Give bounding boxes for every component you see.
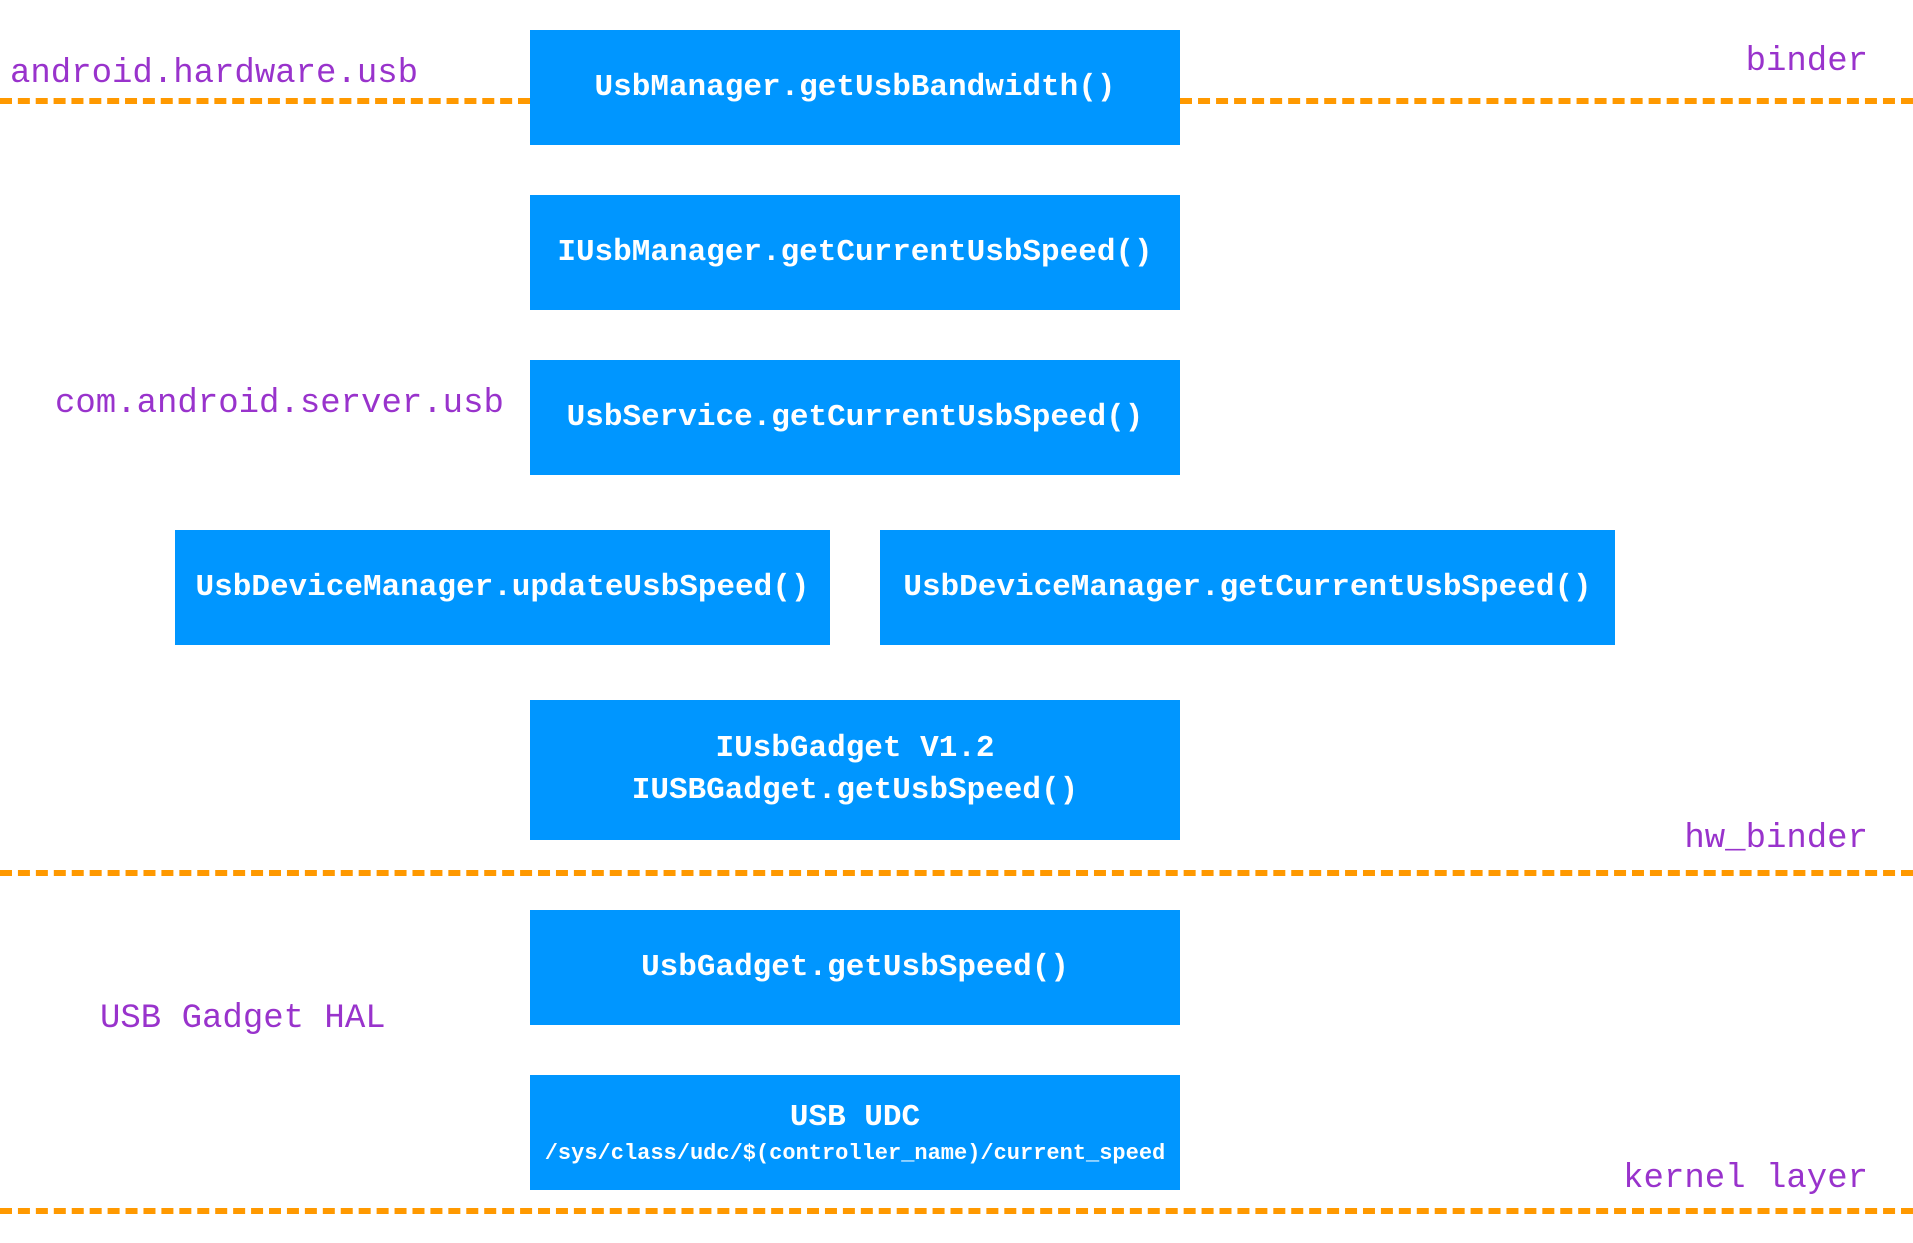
box-usbmanager-getbandwidth: UsbManager.getUsbBandwidth() xyxy=(530,30,1180,145)
label-binder: binder xyxy=(1746,43,1868,81)
box-iusbgadget: IUsbGadget V1.2 IUSBGadget.getUsbSpeed() xyxy=(530,700,1180,840)
dashed-kernel xyxy=(0,1208,1913,1214)
text-iusbmanager-getcurrentspeed: IUsbManager.getCurrentUsbSpeed() xyxy=(557,232,1152,274)
diagram-canvas: android.hardware.usb binder com.android.… xyxy=(0,0,1913,1243)
text-usbdevicemanager-get: UsbDeviceManager.getCurrentUsbSpeed() xyxy=(903,567,1591,609)
text-usbdevicemanager-update: UsbDeviceManager.updateUsbSpeed() xyxy=(196,567,810,609)
text-iusbgadget-method: IUSBGadget.getUsbSpeed() xyxy=(632,770,1078,812)
dashed-hw-binder xyxy=(0,870,1913,876)
box-usbdevicemanager-get: UsbDeviceManager.getCurrentUsbSpeed() xyxy=(880,530,1615,645)
label-usb-gadget-hal: USB Gadget HAL xyxy=(100,1000,386,1038)
dashed-binder-left xyxy=(0,98,530,104)
label-hw-binder: hw_binder xyxy=(1684,820,1868,858)
label-android-hardware-usb: android.hardware.usb xyxy=(10,55,418,93)
label-kernel-layer: kernel layer xyxy=(1623,1160,1868,1198)
text-iusbgadget-title: IUsbGadget V1.2 xyxy=(715,728,994,770)
text-usb-udc-path: /sys/class/udc/$(controller_name)/curren… xyxy=(545,1139,1166,1169)
dashed-binder-right xyxy=(1180,98,1913,104)
box-usbgadget-get: UsbGadget.getUsbSpeed() xyxy=(530,910,1180,1025)
box-iusbmanager-getcurrentspeed: IUsbManager.getCurrentUsbSpeed() xyxy=(530,195,1180,310)
text-usbgadget-get: UsbGadget.getUsbSpeed() xyxy=(641,947,1069,989)
text-usbmanager-getbandwidth: UsbManager.getUsbBandwidth() xyxy=(595,67,1116,109)
text-usbservice-getcurrentspeed: UsbService.getCurrentUsbSpeed() xyxy=(567,397,1144,439)
box-usbdevicemanager-update: UsbDeviceManager.updateUsbSpeed() xyxy=(175,530,830,645)
label-com-android-server-usb: com.android.server.usb xyxy=(55,385,504,423)
box-usbservice-getcurrentspeed: UsbService.getCurrentUsbSpeed() xyxy=(530,360,1180,475)
box-usb-udc: USB UDC /sys/class/udc/$(controller_name… xyxy=(530,1075,1180,1190)
text-usb-udc-title: USB UDC xyxy=(790,1097,920,1139)
